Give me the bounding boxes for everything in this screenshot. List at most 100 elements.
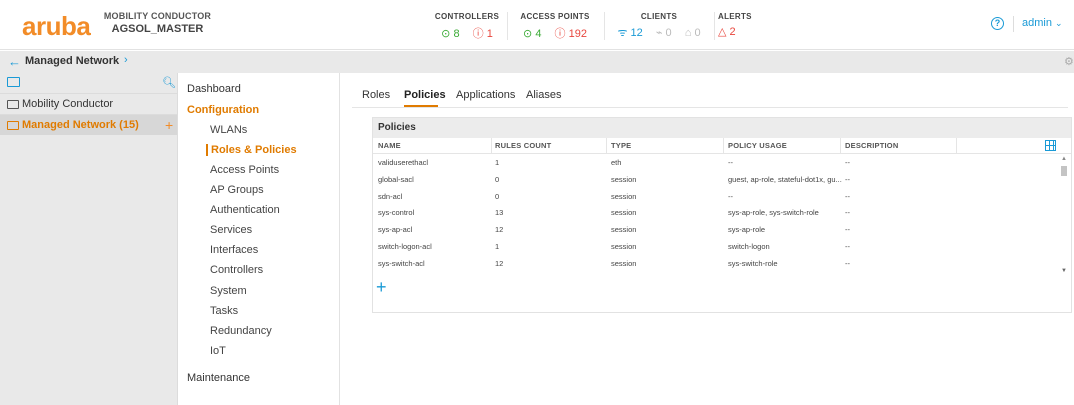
folder-tree-icon[interactable] <box>7 77 20 87</box>
cell-description: -- <box>845 208 850 218</box>
cell-policy-usage: switch-logon <box>728 241 770 251</box>
table-row[interactable]: switch-logon-acl 1 session switch-logon -- <box>373 238 1071 255</box>
back-arrow-icon[interactable]: ← <box>8 54 21 70</box>
cell-rules-count: 12 <box>495 225 504 235</box>
wireless-clients[interactable]: ᯤ 12 <box>617 27 642 39</box>
cell-policy-usage: sys-switch-role <box>728 258 778 268</box>
nav-ap-groups[interactable]: AP Groups <box>210 184 264 196</box>
add-policy-button[interactable]: + <box>376 278 387 296</box>
col-rules-count[interactable]: RULES COUNT <box>495 141 551 150</box>
aruba-logo[interactable]: aruba <box>22 13 91 39</box>
table-row[interactable]: sys-ap-acl 12 session sys-ap-role -- <box>373 221 1071 238</box>
cell-type: session <box>611 225 637 235</box>
table-row[interactable]: sdn-acl 0 session -- -- <box>373 188 1071 205</box>
table-row[interactable]: global-sacl 0 session guest, ap-role, state… <box>373 171 1071 188</box>
cell-description: -- <box>845 158 850 167</box>
controllers-up[interactable]: ⊙ 8 <box>441 28 459 40</box>
cell-type: session <box>611 208 637 218</box>
tab-aliases[interactable]: Aliases <box>526 89 561 101</box>
cell-rules-count: 1 <box>495 158 500 167</box>
sidebar-item-label: Mobility Conductor <box>22 98 114 110</box>
cell-type: eth <box>611 158 622 167</box>
cell-name: sys-ap-acl <box>378 225 413 235</box>
clients-stat[interactable]: CLIENTS ᯤ 12 ⌁ 0 ⌂ 0 <box>604 12 714 40</box>
nav-interfaces[interactable]: Interfaces <box>210 244 258 256</box>
cell-policy-usage: guest, ap-role, stateful-dot1x, gu... <box>728 174 842 184</box>
cell-type: session <box>611 258 637 268</box>
cell-description: -- <box>845 241 850 251</box>
cell-description: -- <box>845 191 850 201</box>
clients-label: CLIENTS <box>640 12 678 21</box>
nav-system[interactable]: System <box>210 285 247 297</box>
other-clients[interactable]: ⌂ 0 <box>685 27 701 39</box>
table-row[interactable]: sys-switch-acl 12 session sys-switch-role -- <box>373 255 1071 272</box>
policies-table: Policies NAME RULES COUNT TYPE POLICY US… <box>372 117 1072 313</box>
nav-wlans[interactable]: WLANs <box>210 124 247 136</box>
col-policy-usage[interactable]: POLICY USAGE <box>728 141 787 150</box>
alerts-count[interactable]: △ 2 <box>718 26 736 38</box>
scroll-up-icon[interactable]: ▲ <box>1061 156 1067 162</box>
table-scrollbar[interactable]: ▲ ▼ <box>1060 156 1068 274</box>
config-nav: Dashboard Configuration WLANs Roles & Po… <box>179 73 340 405</box>
nav-configuration[interactable]: Configuration <box>187 104 259 116</box>
nav-authentication[interactable]: Authentication <box>210 204 280 216</box>
controllers-stat[interactable]: CONTROLLERS ⊙ 8 ⓘ 1 <box>432 12 502 41</box>
nav-redundancy[interactable]: Redundancy <box>210 325 272 337</box>
settings-icon[interactable]: ⚙ <box>1064 55 1074 68</box>
cell-type: session <box>611 191 637 201</box>
table-body: validuserethacl 1 eth -- -- global-sacl 0 sessi… <box>373 154 1071 272</box>
scroll-down-icon[interactable]: ▼ <box>1061 268 1067 274</box>
sidebar-item-label: Managed Network (15) <box>22 119 139 131</box>
wired-clients[interactable]: ⌁ 0 <box>656 27 672 39</box>
nav-tasks[interactable]: Tasks <box>210 305 238 317</box>
nav-controllers[interactable]: Controllers <box>210 264 263 276</box>
cell-name: sdn-acl <box>378 191 403 201</box>
alerts-label: ALERTS <box>718 12 752 21</box>
sidebar-item-mobility-conductor[interactable]: Mobility Conductor <box>0 93 177 114</box>
table-row[interactable]: sys-control 13 session sys-ap-role, sys-swi… <box>373 204 1071 221</box>
hierarchy-sidebar: 🔍︎ Mobility Conductor Managed Network (1… <box>0 73 178 405</box>
cell-description: -- <box>845 225 850 235</box>
nav-services[interactable]: Services <box>210 224 252 236</box>
cell-description: -- <box>845 174 850 184</box>
add-group-icon[interactable]: + <box>165 115 173 135</box>
chevron-down-icon: ⌄ <box>1054 18 1063 28</box>
col-description[interactable]: DESCRIPTION <box>845 141 898 150</box>
nav-dashboard[interactable]: Dashboard <box>187 83 241 95</box>
scroll-thumb[interactable] <box>1061 166 1067 176</box>
col-type[interactable]: TYPE <box>611 141 631 150</box>
alerts-stat[interactable]: ALERTS △ 2 <box>718 12 758 38</box>
cell-name: validuserethacl <box>378 158 429 167</box>
tab-applications[interactable]: Applications <box>456 89 515 101</box>
search-icon[interactable]: 🔍︎ <box>162 76 176 89</box>
cell-policy-usage: -- <box>728 191 733 201</box>
device-icon <box>7 100 19 109</box>
table-row[interactable]: validuserethacl 1 eth -- -- <box>373 154 1071 171</box>
cell-policy-usage: sys-ap-role, sys-switch-role <box>728 208 819 218</box>
aps-up[interactable]: ⊙ 4 <box>523 28 541 40</box>
brand-block: MOBILITY CONDUCTOR AGSOL_MASTER <box>95 11 220 35</box>
tab-roles[interactable]: Roles <box>362 89 390 101</box>
sidebar-item-managed-network[interactable]: Managed Network (15) + <box>0 114 177 135</box>
access-points-stat[interactable]: ACCESS POINTS ⊙ 4 ⓘ 192 <box>510 12 600 41</box>
table-header: NAME RULES COUNT TYPE POLICY USAGE DESCR… <box>373 138 1071 154</box>
controllers-down[interactable]: ⓘ 1 <box>473 28 493 40</box>
device-name: AGSOL_MASTER <box>111 23 204 35</box>
aps-down[interactable]: ⓘ 192 <box>555 28 587 40</box>
col-name[interactable]: NAME <box>378 141 401 150</box>
nav-roles-policies[interactable]: Roles & Policies <box>206 144 297 156</box>
breadcrumb-title[interactable]: Managed Network <box>25 55 119 67</box>
nav-access-points[interactable]: Access Points <box>210 164 279 176</box>
nav-iot[interactable]: IoT <box>210 345 226 357</box>
chevron-right-icon[interactable]: › <box>124 54 128 66</box>
help-icon[interactable]: ? <box>991 17 1004 30</box>
cell-description: -- <box>845 258 850 268</box>
nav-maintenance[interactable]: Maintenance <box>187 372 250 384</box>
user-name: admin <box>1022 17 1052 29</box>
folder-icon <box>7 121 19 130</box>
user-menu[interactable]: admin ⌄ <box>1022 17 1063 29</box>
tab-policies[interactable]: Policies <box>404 89 446 101</box>
product-name: MOBILITY CONDUCTOR <box>103 11 212 21</box>
column-chooser-icon[interactable] <box>1045 140 1056 151</box>
cell-name: sys-control <box>378 208 415 218</box>
